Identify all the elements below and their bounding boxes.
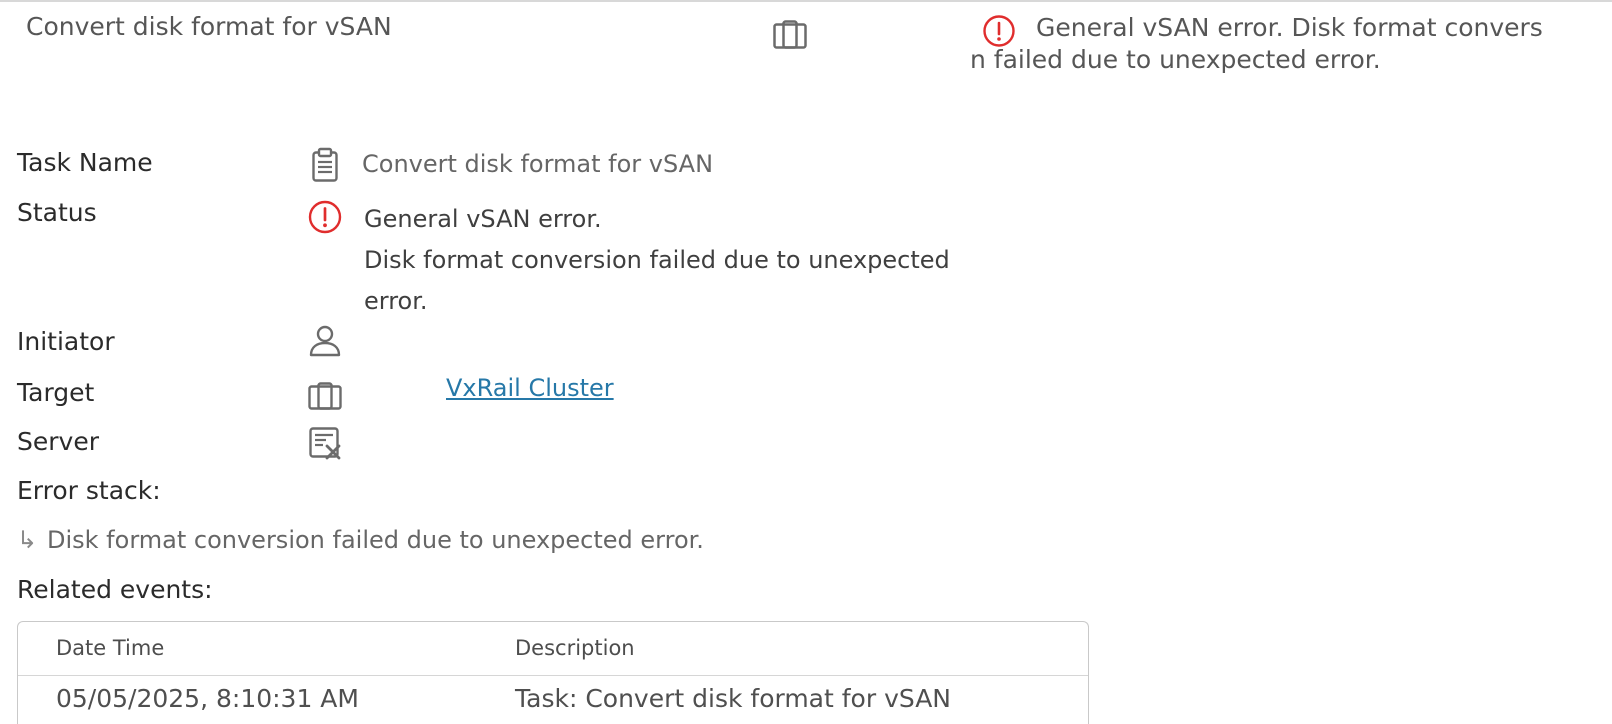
error-stack-label: Error stack: xyxy=(17,476,161,505)
table-header: Date Time Description xyxy=(18,622,1088,676)
status-line: error. xyxy=(364,287,428,315)
related-events-table: Date Time Description 05/05/2025, 8:10:3… xyxy=(17,621,1089,724)
error-stack-item: ↳ Disk format conversion failed due to un… xyxy=(17,526,704,554)
cluster-icon xyxy=(306,377,344,415)
task-name-label: Task Name xyxy=(17,148,153,177)
event-description: Task: Convert disk format for vSAN xyxy=(515,684,951,713)
user-icon xyxy=(306,322,344,360)
table-row[interactable]: 05/05/2025, 8:10:31 AM Task: Convert dis… xyxy=(18,676,1088,724)
clipboard-icon xyxy=(306,146,344,184)
column-header-date-time[interactable]: Date Time xyxy=(56,636,164,660)
top-divider xyxy=(0,0,1612,2)
error-stack-text: Disk format conversion failed due to une… xyxy=(47,526,704,554)
task-row-status-line2: n failed due to unexpected error. xyxy=(970,45,1381,74)
status-label: Status xyxy=(17,198,97,227)
column-header-description[interactable]: Description xyxy=(515,636,635,660)
task-row-status-line1: General vSAN error. Disk format convers xyxy=(1036,13,1543,42)
target-link[interactable]: VxRail Cluster xyxy=(446,374,614,402)
target-label: Target xyxy=(17,378,95,407)
cluster-icon xyxy=(772,20,808,50)
initiator-label: Initiator xyxy=(17,327,115,356)
server-label: Server xyxy=(17,427,99,456)
task-row-status: General vSAN error. Disk format convers … xyxy=(970,12,1612,78)
status-line: General vSAN error. xyxy=(364,205,602,233)
status-line: Disk format conversion failed due to une… xyxy=(364,246,950,274)
task-name-value: Convert disk format for vSAN xyxy=(362,150,714,178)
error-circle-icon xyxy=(306,198,344,236)
server-error-icon xyxy=(306,424,344,462)
subdirectory-arrow-icon: ↳ xyxy=(17,526,38,554)
status-value: General vSAN error. Disk format conversi… xyxy=(364,199,950,322)
related-events-label: Related events: xyxy=(17,575,213,604)
event-date-time: 05/05/2025, 8:10:31 AM xyxy=(56,684,359,713)
task-row-name[interactable]: Convert disk format for vSAN xyxy=(26,12,392,41)
